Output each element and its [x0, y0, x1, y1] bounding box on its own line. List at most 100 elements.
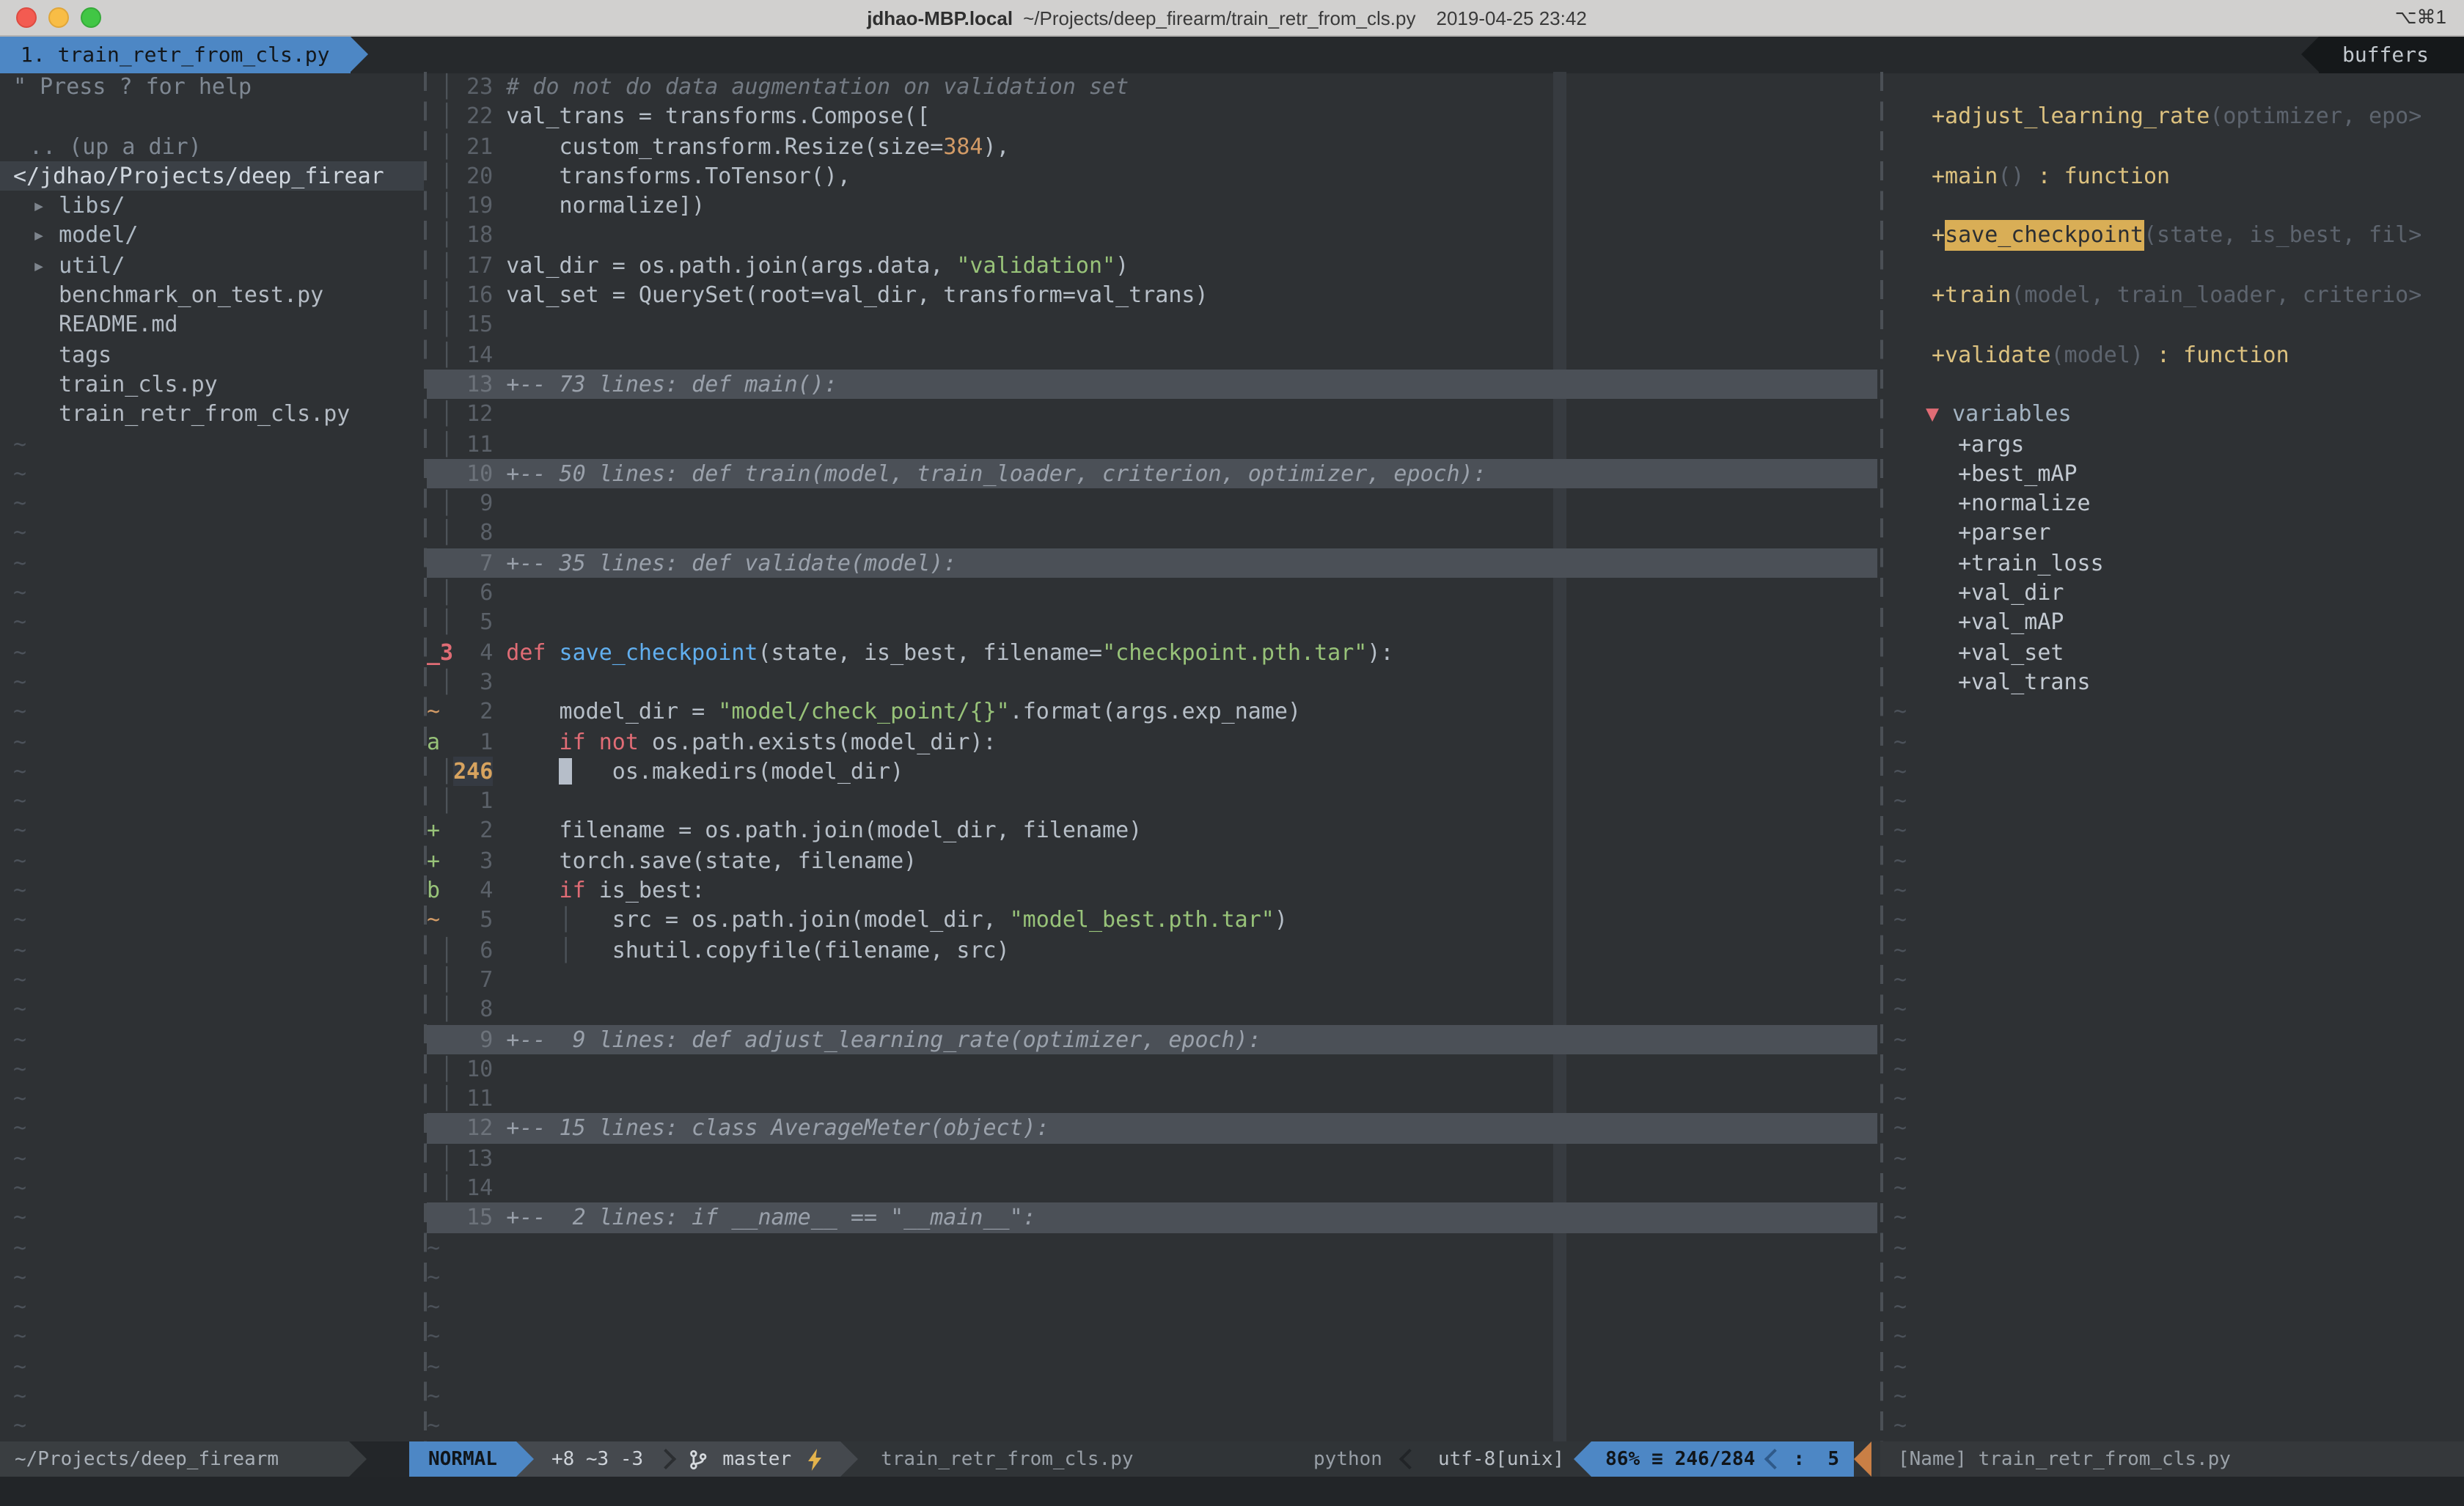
folded-code-line[interactable]: 9+-- 9 lines: def adjust_learning_rate(o… — [427, 1024, 1877, 1054]
encoding-indicator: utf-8[unix] — [1438, 1448, 1564, 1470]
tag-variable[interactable]: +val_dir — [1883, 578, 2464, 608]
window-title-datetime: 2019-04-25 23:42 — [1437, 7, 1587, 29]
code-line[interactable]: │14 — [427, 339, 1877, 370]
code-line[interactable]: │9 — [427, 488, 1877, 518]
code-line[interactable]: │14 — [427, 1173, 1877, 1203]
line-position: 246/284 — [1675, 1448, 1756, 1470]
empty-line: ~ — [0, 1352, 424, 1382]
buffers-label: buffers — [2319, 37, 2464, 73]
code-line[interactable]: │23# do not do data augmentation on vali… — [427, 72, 1877, 102]
tag-variable[interactable]: +parser — [1883, 518, 2464, 548]
tree-item: " Press ? for help — [0, 72, 424, 102]
tree-directory[interactable]: ▸ model/ — [0, 221, 424, 251]
empty-line: ~ — [0, 757, 424, 787]
tag-variable[interactable]: +train_loss — [1883, 548, 2464, 578]
folded-code-line[interactable]: 10+-- 50 lines: def train(model, train_l… — [427, 459, 1877, 489]
tag-variable[interactable]: +best_mAP — [1883, 459, 2464, 489]
code-line[interactable]: │10 — [427, 1054, 1877, 1084]
tag-variable[interactable]: +val_set — [1883, 637, 2464, 667]
code-line[interactable]: + 2 filename = os.path.join(model_dir, f… — [427, 816, 1877, 846]
code-line[interactable]: _34def save_checkpoint(state, is_best, f… — [427, 637, 1877, 667]
code-line[interactable]: │16val_set = QuerySet(root=val_dir, tran… — [427, 280, 1877, 310]
command-line[interactable] — [0, 1477, 2464, 1506]
code-line[interactable]: │21 custom_transform.Resize(size=384), — [427, 131, 1877, 161]
tree-directory[interactable]: ▸ util/ — [0, 251, 424, 281]
tag-function[interactable]: +save_checkpoint(state, is_best, fil> — [1883, 221, 2464, 251]
code-line[interactable]: │6 │ shutil.copyfile(filename, src) — [427, 935, 1877, 965]
tag-function[interactable]: +adjust_learning_rate(optimizer, epo> — [1883, 102, 2464, 132]
folded-code-line[interactable]: 15+-- 2 lines: if __name__ == "__main__"… — [427, 1203, 1877, 1233]
folded-code-line[interactable]: 12+-- 15 lines: class AverageMeter(objec… — [427, 1114, 1877, 1144]
empty-line: ~ — [0, 935, 424, 965]
code-line[interactable]: │19 normalize]) — [427, 191, 1877, 221]
empty-line: ~ — [0, 459, 424, 489]
code-line[interactable]: │12 — [427, 400, 1877, 430]
tag-variable[interactable]: +val_mAP — [1883, 608, 2464, 638]
code-line[interactable]: │1 — [427, 786, 1877, 816]
code-line[interactable]: a 1 if not os.path.exists(model_dir): — [427, 727, 1877, 757]
empty-line: ~ — [0, 906, 424, 936]
tag-variable[interactable]: +val_trans — [1883, 667, 2464, 697]
tag-variable[interactable]: +normalize — [1883, 488, 2464, 518]
git-branch-name: master — [722, 1448, 791, 1470]
empty-line: ~ — [0, 578, 424, 608]
tab-label: 1. train_retr_from_cls.py — [21, 43, 329, 67]
code-line[interactable]: + 3 torch.save(state, filename) — [427, 845, 1877, 875]
screen: jdhao-MBP.local~/Projects/deep_firearm/t… — [0, 0, 2464, 1506]
code-line[interactable]: │11 — [427, 429, 1877, 459]
tab-train-retr-from-cls[interactable]: 1. train_retr_from_cls.py — [0, 37, 350, 73]
tree-item[interactable]: .. (up a dir) — [0, 131, 424, 161]
empty-line: ~ — [0, 1322, 424, 1352]
tree-directory[interactable]: ▸ libs/ — [0, 191, 424, 221]
tag-kind-header[interactable]: ▼ variables — [1883, 400, 2464, 430]
code-line[interactable]: │3 — [427, 667, 1877, 697]
code-line[interactable]: │8 — [427, 994, 1877, 1024]
git-segment: +8 ~3 -3 master — [534, 1441, 840, 1477]
code-line[interactable]: │22val_trans = transforms.Compose([ — [427, 102, 1877, 132]
code-line[interactable]: │6 — [427, 578, 1877, 608]
empty-line: ~ — [427, 1233, 1877, 1263]
code-line[interactable]: │7 — [427, 965, 1877, 995]
tag-function[interactable]: +train(model, train_loader, criterio> — [1883, 280, 2464, 310]
tree-file[interactable]: README.md — [0, 310, 424, 340]
code-line[interactable]: │5 — [427, 608, 1877, 638]
tree-file[interactable]: tags — [0, 339, 424, 370]
code-line[interactable]: │17val_dir = os.path.join(args.data, "va… — [427, 251, 1877, 281]
chevron-right-icon — [655, 1449, 675, 1469]
empty-line: ~ — [0, 727, 424, 757]
tag-function[interactable]: +main() : function — [1883, 161, 2464, 191]
tag-function — [1883, 370, 2464, 400]
code-line[interactable]: │11 — [427, 1084, 1877, 1114]
folded-code-line[interactable]: 13+-- 73 lines: def main(): — [427, 370, 1877, 400]
powerline-separator-icon — [1573, 1441, 1591, 1477]
folded-code-line[interactable]: 7+-- 35 lines: def validate(model): — [427, 548, 1877, 578]
tag-function[interactable]: +validate(model) : function — [1883, 339, 2464, 370]
empty-line: ~ — [1883, 1173, 2464, 1203]
empty-line: ~ — [0, 429, 424, 459]
code-line[interactable]: │15 — [427, 310, 1877, 340]
tag-variable[interactable]: +args — [1883, 429, 2464, 459]
empty-line: ~ — [1883, 1352, 2464, 1382]
empty-line: ~ — [0, 548, 424, 578]
code-line[interactable]: ~ 5 │ src = os.path.join(model_dir, "mod… — [427, 906, 1877, 936]
tag-function — [1883, 310, 2464, 340]
tree-file[interactable]: train_cls.py — [0, 370, 424, 400]
tag-function — [1883, 191, 2464, 221]
code-line[interactable]: │246 os.makedirs(model_dir) — [427, 757, 1877, 787]
git-branch-icon — [687, 1448, 708, 1470]
filetype-indicator: python — [1313, 1448, 1382, 1470]
code-line[interactable]: b 4 if is_best: — [427, 875, 1877, 906]
code-line[interactable]: │18 — [427, 221, 1877, 251]
tree-file[interactable]: benchmark_on_test.py — [0, 280, 424, 310]
code-line[interactable]: │13 — [427, 1143, 1877, 1173]
editor-panel: │23# do not do data augmentation on vali… — [427, 72, 1877, 1441]
gitgutter-sign: + — [427, 816, 453, 846]
tree-item[interactable]: </jdhao/Projects/deep_firear — [0, 161, 424, 191]
terminal-window: jdhao-MBP.local~/Projects/deep_firearm/t… — [0, 0, 2464, 1506]
powerline-separator-icon — [840, 1441, 857, 1477]
empty-line: ~ — [1883, 1054, 2464, 1084]
code-line[interactable]: │8 — [427, 518, 1877, 548]
code-line[interactable]: ~ 2 model_dir = "model/check_point/{}".f… — [427, 697, 1877, 727]
code-line[interactable]: │20 transforms.ToTensor(), — [427, 161, 1877, 191]
tree-file[interactable]: train_retr_from_cls.py — [0, 400, 424, 430]
